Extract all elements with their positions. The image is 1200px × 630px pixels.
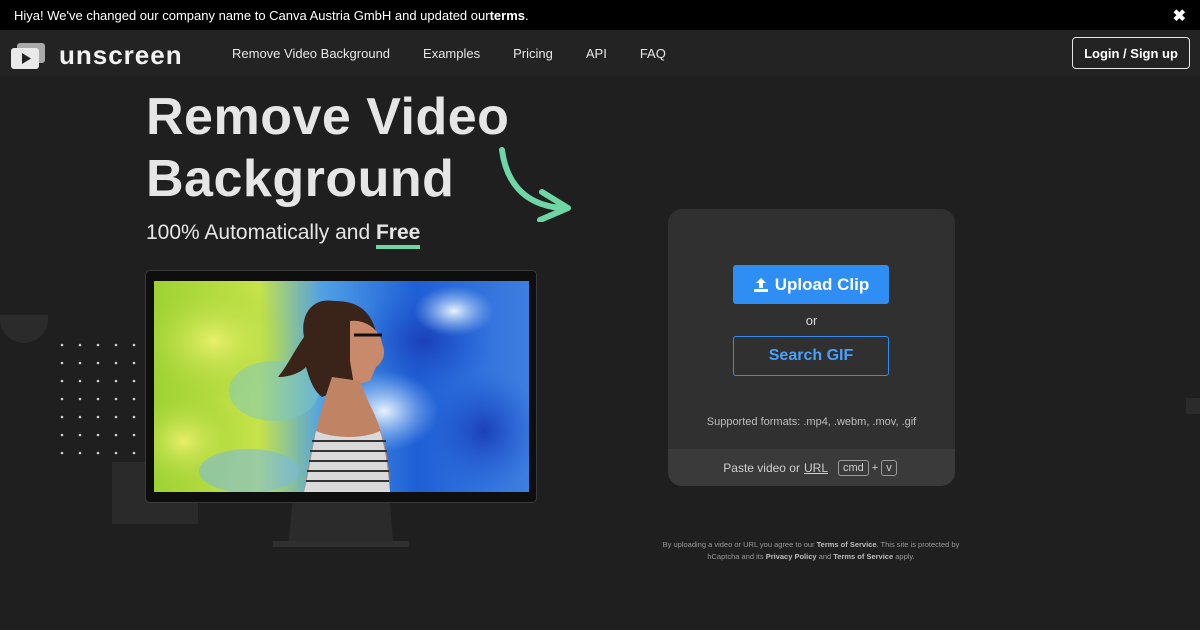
supported-formats: Supported formats: .mp4, .webm, .mov, .g… [706, 416, 917, 428]
nav-examples[interactable]: Examples [423, 46, 480, 61]
plus-sign: + [871, 461, 879, 474]
nav-api[interactable]: API [586, 46, 607, 61]
nav-faq[interactable]: FAQ [640, 46, 666, 61]
v-key: v [881, 459, 897, 476]
decorative-dot-grid [60, 343, 136, 455]
terms-link[interactable]: terms [490, 8, 525, 23]
legal-text-1: By uploading a video or URL you agree to… [662, 540, 817, 549]
hcaptcha-terms-link[interactable]: Terms of Service [833, 552, 893, 561]
monitor-stand [289, 503, 393, 541]
monitor-base [273, 541, 409, 547]
demo-monitor [145, 270, 537, 503]
cmd-key: cmd [838, 459, 869, 476]
or-separator: or [805, 313, 818, 328]
upload-card: Upload Clip or Search GIF Supported form… [668, 209, 955, 486]
upload-clip-label: Upload Clip [774, 274, 870, 294]
paste-text: Paste video or [723, 460, 800, 475]
terms-of-service-link[interactable]: Terms of Service [817, 540, 877, 549]
nav-pricing[interactable]: Pricing [513, 46, 553, 61]
page-title-line-1: Remove Video [146, 88, 510, 146]
hero-subtitle-text: 100% Automatically and [146, 221, 376, 244]
legal-notice: By uploading a video or URL you agree to… [660, 539, 962, 563]
demo-video [154, 281, 529, 492]
privacy-policy-link[interactable]: Privacy Policy [766, 552, 817, 561]
curved-arrow-icon [499, 147, 571, 222]
close-icon[interactable]: ✖ [1173, 6, 1186, 26]
nav-remove-video-background[interactable]: Remove Video Background [232, 46, 390, 61]
nav-links: Remove Video Background Examples Pricing… [232, 30, 699, 76]
logo[interactable]: unscreen [11, 40, 183, 71]
top-nav: unscreen Remove Video Background Example… [0, 30, 1200, 76]
announcement-text: Hiya! We've changed our company name to … [14, 7, 490, 23]
login-signup-button[interactable]: Login / Sign up [1072, 37, 1190, 69]
hero-subtitle-free: Free [375, 221, 421, 249]
decorative-half-circle [0, 315, 48, 343]
decorative-edge-tab [1186, 398, 1200, 414]
logo-play-icon [11, 42, 45, 69]
upload-icon [753, 277, 768, 292]
announcement-period: . [525, 7, 529, 23]
logo-text: unscreen [59, 40, 183, 70]
announcement-bar: Hiya! We've changed our company name to … [0, 0, 1200, 30]
legal-text-3: and [816, 552, 834, 561]
paste-bar: Paste video or URL cmd + v [668, 449, 955, 486]
upload-clip-button[interactable]: Upload Clip [733, 265, 889, 304]
hero-subtitle: 100% Automatically and Free [146, 221, 421, 249]
search-gif-button[interactable]: Search GIF [733, 336, 889, 376]
paste-url-link[interactable]: URL [804, 461, 828, 475]
legal-text-4: apply. [893, 552, 915, 561]
